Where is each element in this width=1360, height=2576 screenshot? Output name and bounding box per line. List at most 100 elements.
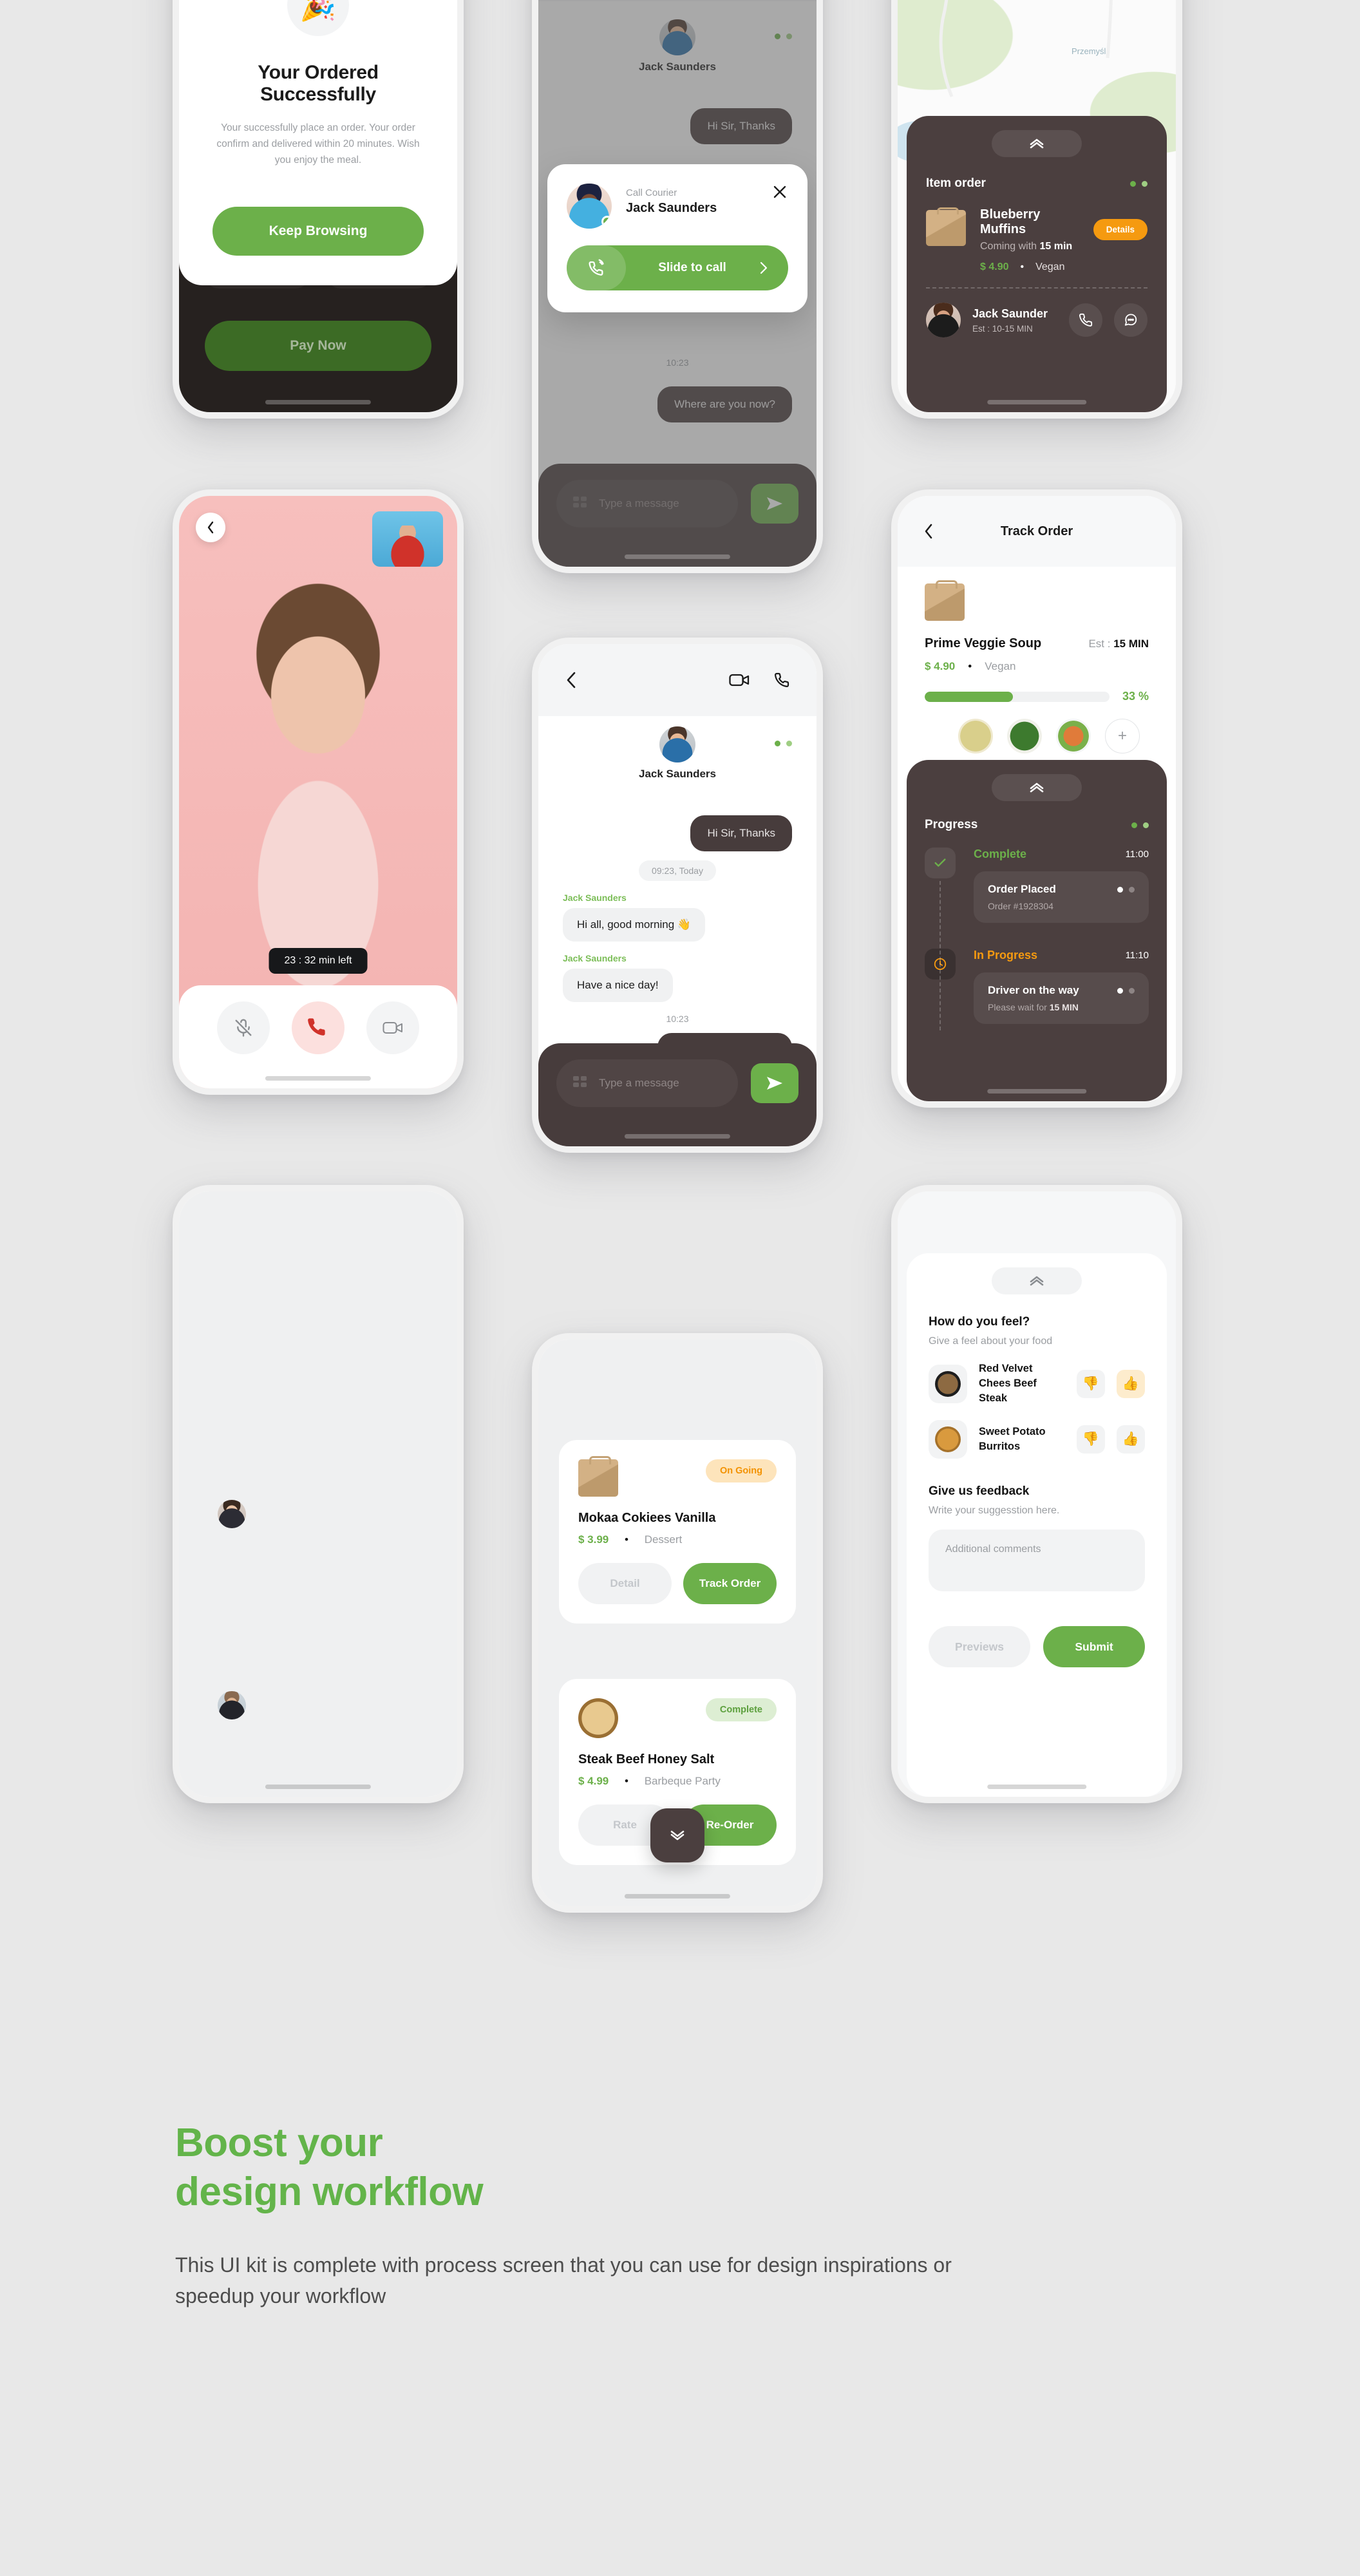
item-eta: Est : 15 MIN [1088, 638, 1149, 650]
chevron-up-double-icon [1030, 1276, 1044, 1286]
paper-box-thumb [926, 207, 966, 246]
call-controls [179, 985, 457, 1088]
progress-sheet: Progress Complete 11:00 Order Placed Ord… [907, 760, 1167, 1101]
progress-row: 33 % [925, 690, 1149, 703]
step-status: Complete [974, 848, 1027, 860]
phone-last-order: Last Order On Going Mokaa Cokiees Vanill… [532, 1333, 823, 1913]
message-bubble-incoming: Hi all, good morning 👋 [563, 908, 706, 942]
progress-fill [925, 691, 1014, 702]
order-actions: Detail Track Order [578, 1563, 777, 1604]
home-indicator [987, 1089, 1086, 1094]
screen-feedback: How do you feel? Give a feel about your … [898, 1191, 1176, 1797]
pay-now-button[interactable]: Pay Now [205, 321, 431, 371]
back-icon[interactable] [565, 671, 576, 689]
modal-caption: Call Courier [626, 187, 677, 198]
track-order-header: Track Order [898, 496, 1176, 567]
footer-headline: Boost your design workflow [175, 2119, 1141, 2216]
home-indicator [265, 1785, 372, 1789]
screen-call-courier: Jack Saunders Hi Sir, Thanks 10:23 Where… [538, 0, 817, 567]
hangup-button[interactable] [292, 1001, 345, 1054]
sheet-grab-handle[interactable] [992, 774, 1082, 801]
home-indicator [624, 554, 731, 559]
item-tag: Vegan [1035, 261, 1065, 272]
send-button[interactable] [751, 1063, 798, 1103]
feedback-form-heading: Give us feedback [929, 1484, 1030, 1499]
fried-rice-thumb [578, 1698, 618, 1738]
grid-icon [573, 1076, 587, 1090]
phone-order-success: $ 15,45 Cash $ 15,45 PaPay Pay Now 🎉 You… [173, 0, 464, 419]
timeline-line [940, 881, 941, 1030]
timeline-step: Complete 11:00 Order Placed Order #19283… [925, 848, 1149, 923]
salad-bowl-thumb[interactable] [1007, 719, 1042, 753]
mute-button[interactable] [217, 1001, 270, 1054]
chat-header [538, 644, 817, 716]
beef-steak-thumb [929, 1364, 967, 1403]
section-title: Item order [926, 176, 986, 190]
step-status: In Progress [974, 949, 1038, 961]
additional-comments-input[interactable]: Additional comments [929, 1530, 1145, 1592]
phone-feedback: How do you feel? Give a feel about your … [891, 1185, 1182, 1803]
detail-button[interactable]: Detail [578, 1563, 672, 1604]
slide-to-call[interactable]: Slide to call [567, 245, 788, 290]
item-order-sheet: Item order Blueberry Muffins Coming with… [907, 116, 1167, 412]
details-button[interactable]: Details [1093, 219, 1148, 240]
chat-courier-button[interactable] [1114, 303, 1148, 337]
submit-button[interactable]: Submit [1043, 1626, 1145, 1668]
thumbs-up-icon[interactable]: 👍 [1117, 1425, 1145, 1454]
video-camera-icon [382, 1022, 402, 1034]
back-icon[interactable] [923, 523, 934, 540]
screen-map-item-order: 4 min Grob Przemyśl Item order Blueberry… [898, 0, 1176, 412]
close-icon[interactable] [773, 185, 787, 199]
courier-avatar [926, 303, 961, 337]
order-category: Barbeque Party [644, 1775, 721, 1787]
order-price: $ 3.99 [578, 1533, 609, 1546]
chat-bubble-icon [1124, 314, 1137, 326]
separator: • [968, 660, 972, 672]
back-icon [196, 513, 225, 542]
thumbs-down-icon[interactable]: 👎 [1077, 1369, 1105, 1398]
salmon-salad-thumb[interactable] [1056, 719, 1091, 753]
page-dots [1131, 822, 1149, 828]
step-title: Driver on the way [988, 984, 1079, 996]
divider [926, 287, 1148, 289]
sheet-grab-handle[interactable] [992, 130, 1082, 157]
feedback-item: Red Velvet Chees Beef Steak 👎 👍 [929, 1361, 1145, 1406]
phone-video-call: 23 : 32 min left [173, 489, 464, 1095]
track-order-button[interactable]: Track Order [683, 1563, 777, 1604]
message-input[interactable]: Type a message [556, 1059, 738, 1107]
call-courier-button[interactable] [1069, 303, 1102, 337]
scroll-down-fab[interactable] [650, 1808, 704, 1862]
previews-button[interactable]: Previews [929, 1626, 1030, 1668]
order-category: Dessert [644, 1533, 683, 1546]
self-video-preview[interactable] [372, 511, 443, 567]
page-title: Your Ordered Successfully [258, 62, 379, 105]
progress-label: 33 % [1122, 690, 1149, 703]
step-time: 11:00 [1125, 849, 1149, 860]
chevron-up-double-icon [1030, 782, 1044, 793]
video-camera-icon[interactable] [729, 673, 750, 687]
home-indicator [987, 1785, 1086, 1789]
back-button[interactable] [196, 513, 225, 542]
call-courier-modal: Call Courier Jack Saunders Slide to call [547, 164, 808, 312]
track-order-summary: Prime Veggie Soup Est : 15 MIN $ 4.90 • … [925, 580, 1149, 753]
phone-ring-icon [587, 259, 605, 277]
footer-headline-line2: design workflow [175, 2169, 484, 2214]
page-dots [1117, 886, 1135, 893]
thumbs-up-icon[interactable]: 👍 [1117, 1369, 1145, 1398]
keep-browsing-button[interactable]: Keep Browsing [212, 207, 424, 256]
check-icon [925, 848, 956, 878]
avatar [218, 1499, 246, 1528]
feedback-item: Sweet Potato Burritos 👎 👍 [929, 1420, 1145, 1459]
thumbs-down-icon[interactable]: 👎 [1077, 1425, 1105, 1454]
add-more-button[interactable]: + [1105, 719, 1140, 753]
phone-icon[interactable] [774, 672, 789, 688]
slide-knob[interactable] [567, 245, 626, 290]
feedback-form-sub: Write your suggesstion here. [929, 1505, 1060, 1517]
rice-bowl-thumb[interactable] [958, 719, 993, 753]
toggle-camera-button[interactable] [366, 1001, 419, 1054]
step-sub: Order #1928304 [988, 901, 1053, 911]
message-bubble-outgoing: Hi Sir, Thanks [690, 815, 792, 851]
modal-contact-name: Jack Saunders [626, 201, 717, 215]
step-title: Order Placed [988, 883, 1056, 895]
sheet-grab-handle[interactable] [992, 1267, 1082, 1294]
